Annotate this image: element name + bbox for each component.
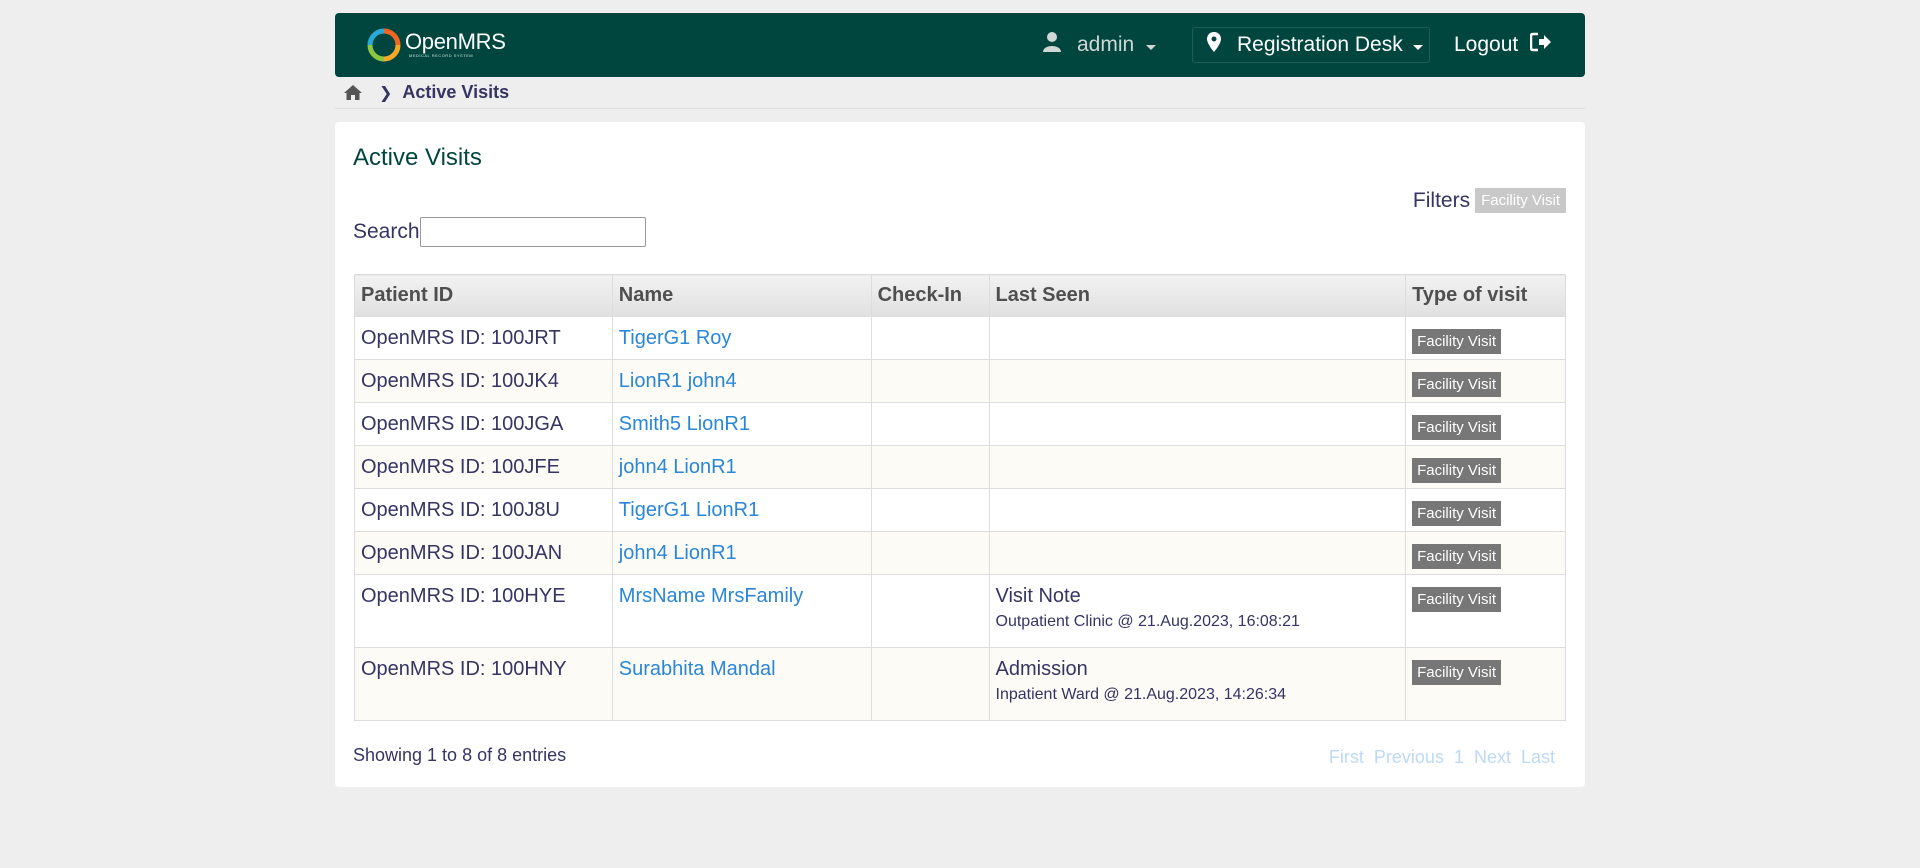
patient-id: OpenMRS ID: 100JRT — [354, 316, 613, 360]
last-seen — [988, 316, 1407, 360]
chevron-right-icon: ❯ — [379, 84, 393, 102]
table-header-row: Patient ID Name Check-In Last Seen Type … — [354, 274, 1566, 317]
patient-id: OpenMRS ID: 100JK4 — [354, 359, 613, 403]
filters-label: Filters — [1412, 188, 1471, 212]
patient-name-link[interactable]: LionR1 john4 — [619, 370, 737, 392]
pagination: First Previous 1 Next Last — [1329, 747, 1555, 768]
check-in — [870, 402, 990, 446]
patient-id: OpenMRS ID: 100JAN — [354, 531, 613, 575]
chevron-down-icon — [1412, 44, 1423, 50]
content-card: Active Visits Filters Facility Visit Sea… — [335, 122, 1585, 787]
check-in — [870, 359, 990, 403]
table-row: OpenMRS ID: 100J8U TigerG1 LionR1 Facili… — [354, 488, 1566, 532]
page-title: Active Visits — [353, 144, 482, 171]
visit-type-badge[interactable]: Facility Visit — [1412, 458, 1501, 483]
app-container: OpenMRS MEDICAL RECORD SYSTEM admin Regi… — [335, 13, 1585, 787]
home-icon[interactable] — [343, 84, 363, 101]
column-header-name[interactable]: Name — [611, 274, 872, 317]
patient-id: OpenMRS ID: 100HYE — [354, 574, 613, 648]
visit-type-badge[interactable]: Facility Visit — [1412, 329, 1501, 354]
logo-text: OpenMRS — [405, 29, 506, 54]
last-seen — [988, 359, 1407, 403]
last-seen-cell: Admission Inpatient Ward @ 21.Aug.2023, … — [988, 647, 1407, 721]
user-icon — [1043, 31, 1061, 59]
table-row: OpenMRS ID: 100JFE john4 LionR1 Facility… — [354, 445, 1566, 489]
entries-info: Showing 1 to 8 of 8 entries — [353, 745, 567, 765]
pager-last[interactable]: Last — [1521, 747, 1555, 768]
pager-page-1[interactable]: 1 — [1454, 747, 1464, 768]
active-visits-table: Patient ID Name Check-In Last Seen Type … — [354, 274, 1566, 721]
patient-name-link[interactable]: john4 LionR1 — [619, 456, 737, 478]
filters: Filters Facility Visit — [1413, 188, 1566, 213]
table-row: OpenMRS ID: 100JRT TigerG1 Roy Facility … — [354, 316, 1566, 360]
filter-facility-visit[interactable]: Facility Visit — [1475, 188, 1566, 213]
logo-subtitle: MEDICAL RECORD SYSTEM — [409, 53, 474, 58]
visit-type-badge[interactable]: Facility Visit — [1412, 587, 1501, 612]
table-row: OpenMRS ID: 100JAN john4 LionR1 Facility… — [354, 531, 1566, 575]
user-menu[interactable]: admin — [1043, 13, 1157, 77]
last-seen — [988, 488, 1407, 532]
check-in — [870, 647, 990, 721]
patient-id: OpenMRS ID: 100JGA — [354, 402, 613, 446]
logout-button[interactable]: Logout — [1454, 13, 1552, 77]
search-label: Search — [353, 220, 420, 243]
breadcrumb-current: Active Visits — [402, 82, 510, 102]
visit-type-badge[interactable]: Facility Visit — [1412, 501, 1501, 526]
check-in — [870, 531, 990, 575]
visit-type-badge[interactable]: Facility Visit — [1412, 415, 1501, 440]
patient-name-link[interactable]: Surabhita Mandal — [619, 658, 776, 680]
column-header-last-seen[interactable]: Last Seen — [988, 274, 1407, 317]
last-seen-detail: Outpatient Clinic @ 21.Aug.2023, 16:08:2… — [995, 613, 1300, 630]
table-row: OpenMRS ID: 100JK4 LionR1 john4 Facility… — [354, 359, 1566, 403]
check-in — [870, 445, 990, 489]
last-seen-cell: Visit Note Outpatient Clinic @ 21.Aug.20… — [988, 574, 1407, 648]
patient-id: OpenMRS ID: 100J8U — [354, 488, 613, 532]
patient-name-link[interactable]: john4 LionR1 — [619, 542, 737, 564]
top-header: OpenMRS MEDICAL RECORD SYSTEM admin Regi… — [335, 13, 1585, 77]
last-seen — [988, 402, 1407, 446]
table-row: OpenMRS ID: 100HYE MrsName MrsFamily Vis… — [354, 574, 1566, 648]
visit-type-badge[interactable]: Facility Visit — [1412, 660, 1501, 685]
column-header-patient-id[interactable]: Patient ID — [354, 274, 613, 317]
check-in — [870, 316, 990, 360]
patient-name-link[interactable]: Smith5 LionR1 — [619, 413, 750, 435]
location-name: Registration Desk — [1237, 33, 1403, 56]
breadcrumb: ❯ Active Visits — [335, 77, 1585, 109]
openmrs-logo[interactable]: OpenMRS MEDICAL RECORD SYSTEM — [367, 27, 506, 63]
patient-name-link[interactable]: MrsName MrsFamily — [619, 585, 803, 607]
column-header-check-in[interactable]: Check-In — [870, 274, 990, 317]
last-seen — [988, 445, 1407, 489]
pager-first[interactable]: First — [1329, 747, 1364, 768]
visit-type-badge[interactable]: Facility Visit — [1412, 544, 1501, 569]
patient-name-link[interactable]: TigerG1 LionR1 — [619, 499, 759, 521]
check-in — [870, 574, 990, 648]
search: Search — [353, 217, 646, 247]
patient-id: OpenMRS ID: 100JFE — [354, 445, 613, 489]
table-row: OpenMRS ID: 100HNY Surabhita Mandal Admi… — [354, 647, 1566, 721]
search-input[interactable] — [419, 217, 646, 247]
pager-next[interactable]: Next — [1474, 747, 1511, 768]
pager-previous[interactable]: Previous — [1374, 747, 1444, 768]
last-seen — [988, 531, 1407, 575]
logout-label: Logout — [1454, 33, 1519, 56]
chevron-down-icon — [1146, 44, 1157, 50]
table-row: OpenMRS ID: 100JGA Smith5 LionR1 Facilit… — [354, 402, 1566, 446]
location-selector[interactable]: Registration Desk — [1192, 27, 1430, 63]
openmrs-logo-icon — [367, 28, 401, 62]
check-in — [870, 488, 990, 532]
column-header-type-of-visit[interactable]: Type of visit — [1405, 274, 1566, 317]
visit-type-badge[interactable]: Facility Visit — [1412, 372, 1501, 397]
last-seen: Visit Note — [995, 585, 1081, 607]
map-pin-icon — [1207, 32, 1221, 58]
patient-id: OpenMRS ID: 100HNY — [354, 647, 613, 721]
last-seen: Admission — [995, 658, 1088, 680]
last-seen-detail: Inpatient Ward @ 21.Aug.2023, 14:26:34 — [995, 686, 1287, 703]
patient-name-link[interactable]: TigerG1 Roy — [619, 327, 732, 349]
user-name: admin — [1077, 33, 1135, 56]
sign-out-icon — [1529, 32, 1552, 58]
